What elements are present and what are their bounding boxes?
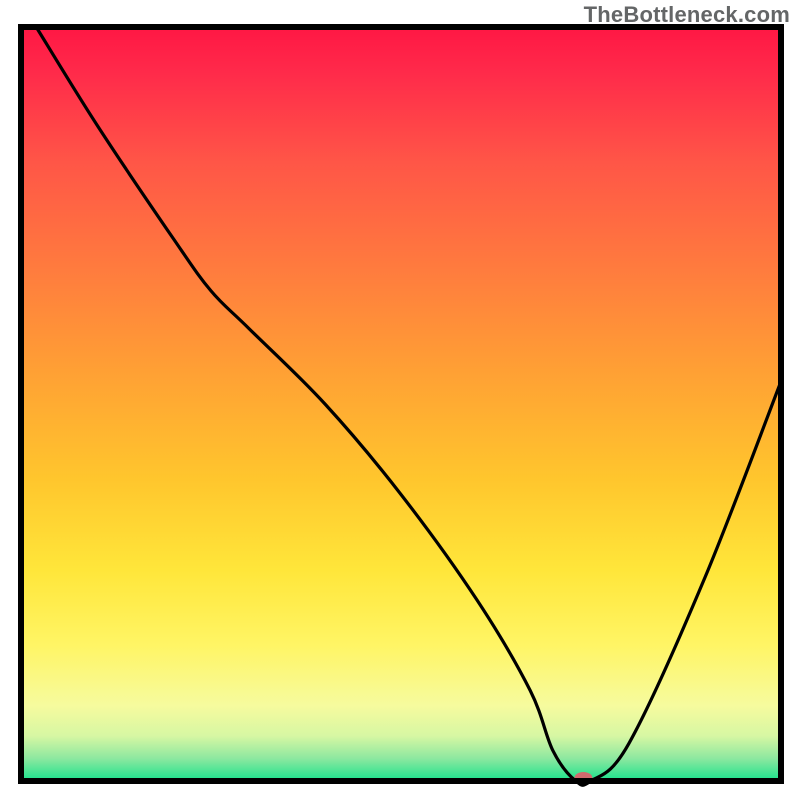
chart-container: TheBottleneck.com xyxy=(0,0,800,800)
watermark-text: TheBottleneck.com xyxy=(584,2,790,28)
bottleneck-chart xyxy=(0,0,800,800)
